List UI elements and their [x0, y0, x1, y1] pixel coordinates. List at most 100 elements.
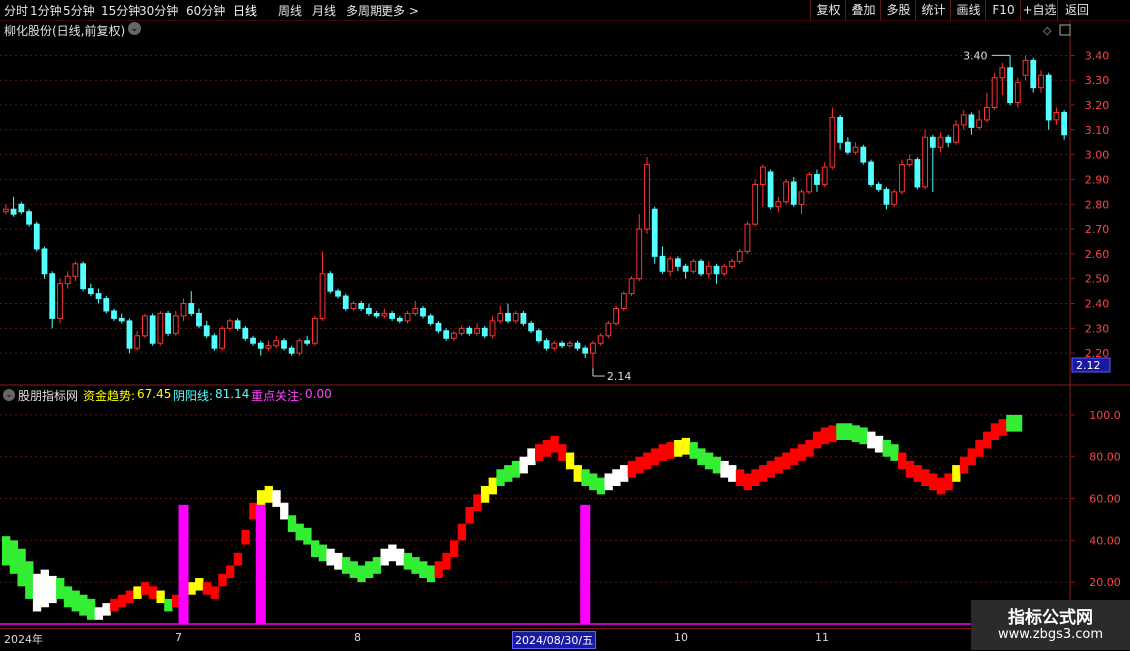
period-tab-8[interactable]: 月线 — [312, 2, 336, 19]
candle-up — [474, 327, 480, 334]
toolbar-button-0[interactable]: 复权 — [810, 0, 846, 20]
candle-up — [852, 146, 859, 153]
toolbar-button-2[interactable]: 多股 — [880, 0, 916, 20]
indicator-bar — [944, 473, 953, 491]
candle-up — [450, 332, 457, 339]
period-tab-10[interactable]: 更多 > — [381, 2, 419, 19]
indicator-bar — [218, 573, 227, 587]
y-tick-label: 3.30 — [1085, 74, 1110, 87]
indicator-y-tick-label: 100.0 — [1089, 409, 1121, 422]
period-tab-1[interactable]: 1分钟 — [30, 2, 62, 19]
period-tab-2[interactable]: 5分钟 — [63, 2, 95, 19]
candle-down — [327, 273, 334, 292]
indicator-bar — [689, 442, 698, 459]
candle-down — [427, 315, 434, 324]
indicator-bar — [550, 435, 559, 453]
indicator-bar — [766, 460, 776, 478]
indicator-name: 股朋指标网 — [18, 389, 79, 403]
candle-down — [80, 263, 87, 290]
indicator-bar — [828, 425, 837, 443]
indicator-bar — [25, 561, 34, 599]
indicator-bar — [326, 548, 335, 566]
indicator-bar — [226, 565, 235, 578]
period-tab-0[interactable]: 分时 — [4, 2, 28, 19]
period-tab-3[interactable]: 15分钟 — [101, 2, 140, 19]
period-tab-4[interactable]: 30分钟 — [139, 2, 178, 19]
x-label-july: 7 — [175, 631, 182, 644]
candle-down — [196, 312, 202, 327]
indicator-bar — [859, 427, 868, 445]
toolbar-button-5[interactable]: F10 — [985, 0, 1021, 20]
chevron-down-icon[interactable]: ⌄ — [3, 389, 15, 401]
toolbar-button-1[interactable]: 叠加 — [845, 0, 881, 20]
candle-down — [682, 265, 689, 272]
period-tab-9[interactable]: 多周期 — [346, 2, 382, 19]
indicator-chart[interactable]: 100.0 80.00 60.00 40.00 20.00 — [0, 386, 1130, 626]
indicator-bar — [310, 540, 320, 558]
indicator-bar — [442, 552, 451, 570]
candle-up — [157, 312, 164, 344]
indicator-bar — [674, 440, 683, 457]
indicator-bar — [17, 548, 26, 587]
toolbar-button-7[interactable]: 返回 — [1057, 0, 1096, 20]
candle-up — [744, 223, 751, 252]
indicator-bar — [751, 469, 760, 486]
period-tab-5[interactable]: 60分钟 — [186, 2, 225, 19]
indicator-bar — [813, 431, 822, 449]
indicator-bar — [71, 590, 80, 612]
period-tab-6[interactable]: 日线 — [233, 2, 257, 19]
candle-up — [172, 315, 179, 334]
yinyang-value: 81.14 — [215, 387, 250, 401]
indicator-bar — [488, 477, 497, 495]
main-price-chart[interactable]: 3.40 3.30 3.20 3.10 3.00 2.90 2.80 2.70 2.60 2.50… — [0, 21, 1130, 386]
indicator-bar — [921, 469, 930, 486]
candle-down — [505, 312, 511, 322]
candle-up — [319, 273, 326, 319]
candle-down — [203, 325, 210, 337]
candle-up — [829, 116, 836, 168]
focus-bar — [255, 504, 266, 624]
candle-up — [991, 77, 998, 109]
candle-up — [597, 335, 604, 344]
indicator-bar — [619, 465, 629, 482]
indicator-bar — [627, 460, 637, 478]
indicator-bar — [133, 586, 142, 599]
indicator-bar — [102, 603, 111, 616]
candle-up — [1022, 59, 1029, 76]
y-tick-label: 3.10 — [1085, 124, 1110, 137]
candle-down — [790, 181, 797, 205]
indicator-bar — [851, 425, 861, 443]
candle-up — [180, 303, 187, 317]
indicator-bar — [110, 598, 119, 612]
indicator-bar — [542, 440, 552, 457]
period-tab-7[interactable]: 周线 — [278, 2, 302, 19]
candle-up — [937, 136, 944, 148]
x-label-oct: 10 — [674, 631, 688, 644]
x-label-year: 2024年 — [4, 633, 43, 646]
candle-down — [281, 340, 287, 349]
candle-up — [891, 191, 898, 205]
indicator-bar — [952, 465, 961, 482]
indicator-bar — [604, 473, 613, 491]
indicator-bar — [905, 460, 915, 478]
candle-down — [875, 183, 882, 190]
indicator-y-tick-label: 40.00 — [1089, 534, 1121, 547]
candle-down — [814, 174, 820, 185]
toolbar-button-3[interactable]: 统计 — [915, 0, 951, 20]
candle-down — [373, 312, 380, 317]
indicator-bar — [527, 448, 536, 466]
candle-down — [868, 161, 874, 185]
indicator-bar — [457, 523, 467, 541]
candle-up — [1038, 74, 1044, 89]
candle-up — [752, 183, 759, 225]
candle-up — [628, 278, 635, 295]
candle-down — [242, 327, 249, 339]
candle-up — [736, 250, 743, 262]
chevron-down-icon[interactable]: ⌄ — [128, 22, 141, 35]
indicator-bar — [704, 452, 714, 470]
toolbar-button-6[interactable]: +自选 — [1020, 0, 1058, 20]
indicator-bar — [581, 469, 590, 486]
toolbar-button-4[interactable]: 画线 — [950, 0, 986, 20]
indicator-bar — [797, 444, 806, 461]
indicator-bar — [712, 456, 721, 474]
